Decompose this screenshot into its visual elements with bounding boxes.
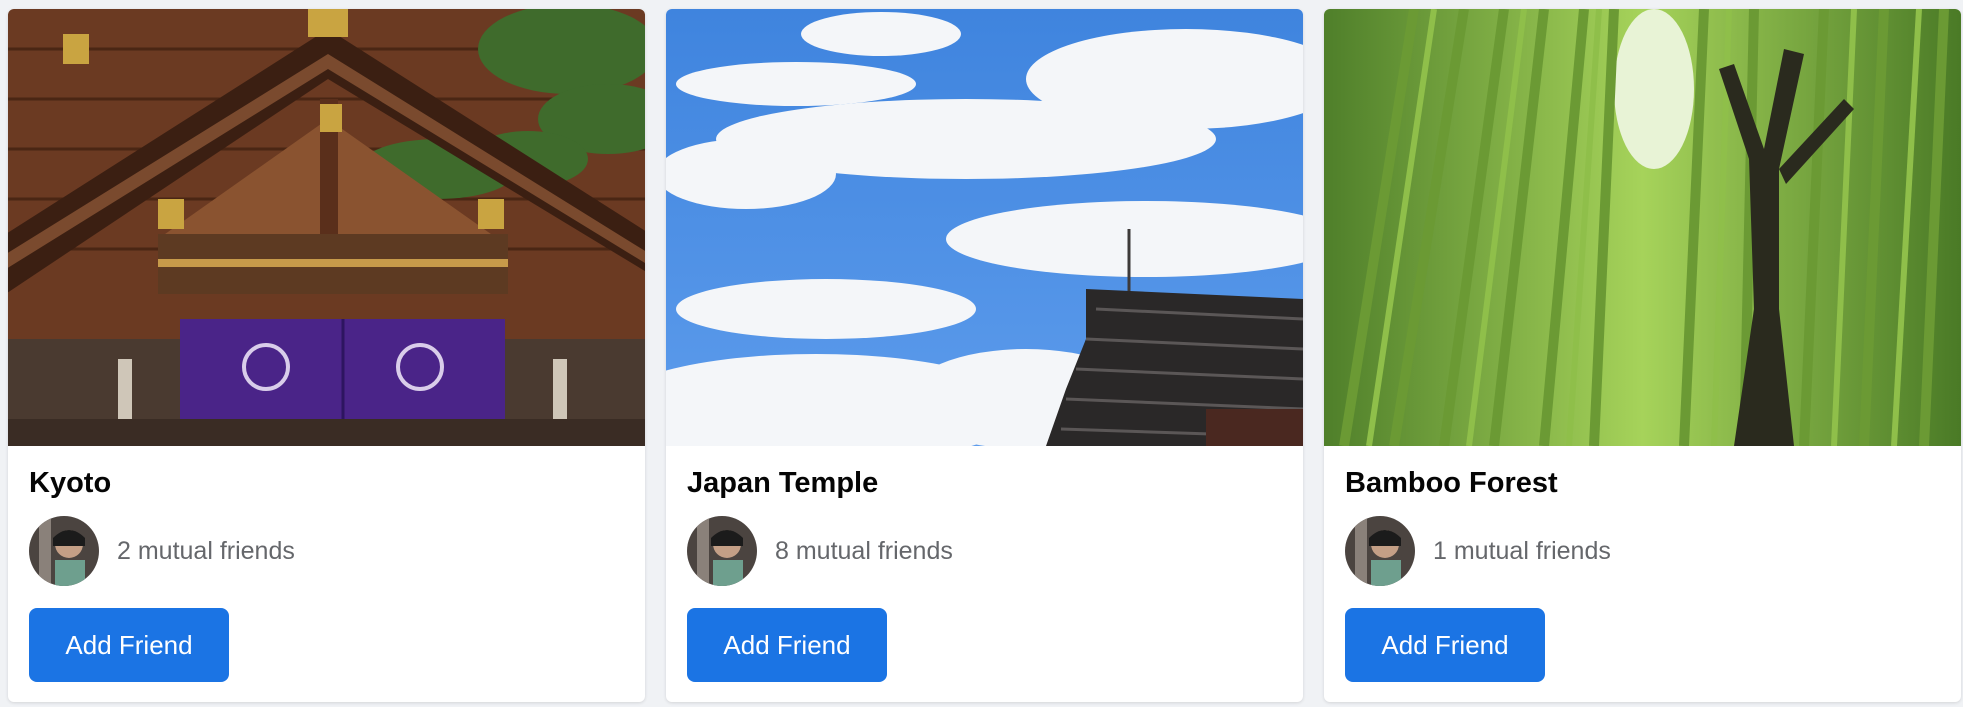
add-friend-button[interactable]: Add Friend — [1345, 608, 1545, 682]
add-friend-button[interactable]: Add Friend — [687, 608, 887, 682]
suggestion-card: Japan Temple 8 mutual friends Add Friend — [666, 9, 1303, 702]
avatar[interactable] — [1345, 516, 1415, 586]
shrine-gate-photo[interactable] — [8, 9, 645, 446]
suggestion-cards: Kyoto 2 mutual friends Add Friend Japan … — [8, 9, 1961, 702]
sky-temple-roof-photo[interactable] — [666, 9, 1303, 446]
suggestion-card: Kyoto 2 mutual friends Add Friend — [8, 9, 645, 702]
avatar[interactable] — [29, 516, 99, 586]
mutual-friends: 8 mutual friends — [687, 516, 1282, 586]
card-title[interactable]: Bamboo Forest — [1345, 465, 1940, 501]
card-title[interactable]: Japan Temple — [687, 465, 1282, 501]
add-friend-button[interactable]: Add Friend — [29, 608, 229, 682]
mutual-friends-text: 8 mutual friends — [775, 536, 953, 565]
suggestion-card: Bamboo Forest 1 mutual friends Add Frien… — [1324, 9, 1961, 702]
mutual-friends: 2 mutual friends — [29, 516, 624, 586]
card-title[interactable]: Kyoto — [29, 465, 624, 501]
mutual-friends-text: 2 mutual friends — [117, 536, 295, 565]
mutual-friends: 1 mutual friends — [1345, 516, 1940, 586]
avatar[interactable] — [687, 516, 757, 586]
mutual-friends-text: 1 mutual friends — [1433, 536, 1611, 565]
bamboo-forest-photo[interactable] — [1324, 9, 1961, 446]
